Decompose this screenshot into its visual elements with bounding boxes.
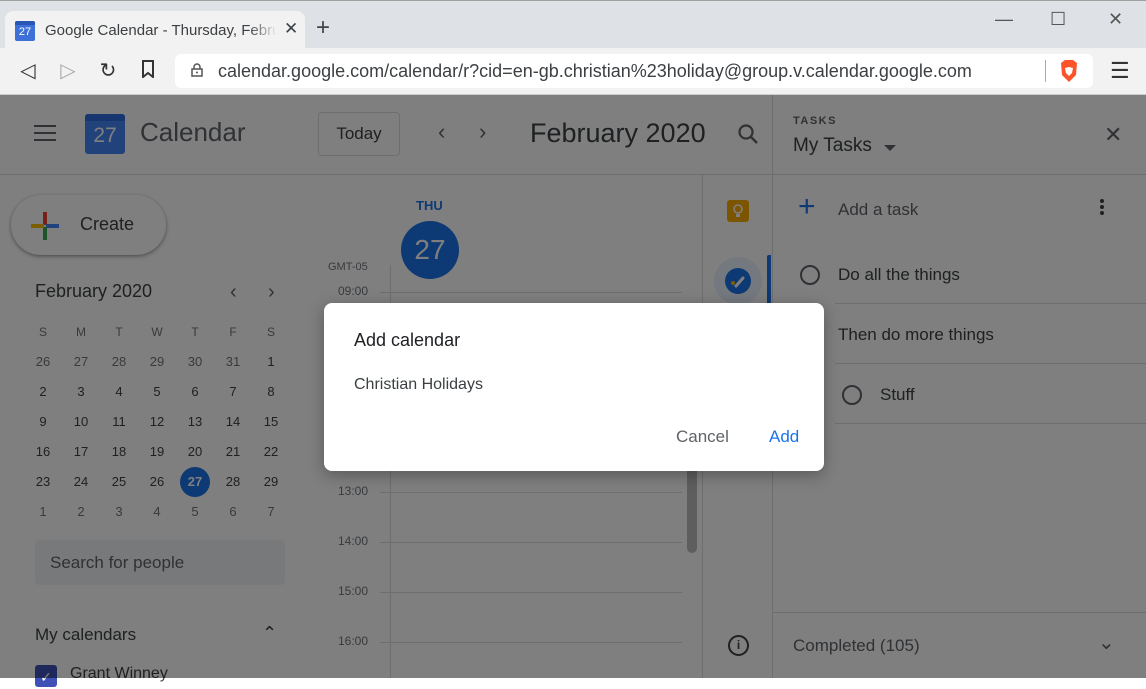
address-bar[interactable]: calendar.google.com/calendar/r?cid=en-gb… bbox=[175, 54, 1093, 88]
bookmark-icon bbox=[142, 60, 154, 80]
browser-tab-bar: 27 Google Calendar - Thursday, February … bbox=[0, 0, 1146, 49]
browser-menu-button[interactable]: ☰ bbox=[1110, 58, 1130, 84]
url-text[interactable]: calendar.google.com/calendar/r?cid=en-gb… bbox=[218, 61, 972, 82]
calendar-favicon-icon: 27 bbox=[15, 21, 35, 41]
back-button[interactable]: ◁ bbox=[16, 60, 40, 82]
new-tab-button[interactable]: + bbox=[316, 16, 330, 40]
add-button[interactable]: Add bbox=[765, 427, 803, 447]
dialog-title: Add calendar bbox=[354, 330, 461, 350]
close-window-button[interactable]: ✕ bbox=[1108, 9, 1123, 30]
add-calendar-dialog: Add calendar Christian Holidays Cancel A… bbox=[324, 303, 824, 471]
close-tab-icon[interactable]: ✕ bbox=[284, 19, 298, 39]
address-bar-divider bbox=[1045, 60, 1046, 82]
calendar-name-text: Christian Holidays bbox=[354, 376, 483, 393]
bookmark-button[interactable] bbox=[136, 60, 160, 83]
browser-tab[interactable]: 27 Google Calendar - Thursday, February … bbox=[5, 11, 305, 49]
forward-button[interactable]: ▷ bbox=[56, 60, 80, 82]
tab-title: Google Calendar - Thursday, February 27,… bbox=[45, 22, 277, 39]
lock-icon bbox=[191, 63, 203, 77]
minimize-window-button[interactable]: — bbox=[995, 9, 1013, 30]
maximize-window-button[interactable]: ☐ bbox=[1050, 9, 1066, 30]
brave-shields-icon[interactable] bbox=[1058, 59, 1080, 83]
browser-toolbar: ◁ ▷ ↻ calendar.google.com/calendar/r?cid… bbox=[0, 48, 1146, 95]
reload-button[interactable]: ↻ bbox=[96, 60, 120, 82]
cancel-button[interactable]: Cancel bbox=[672, 427, 733, 447]
